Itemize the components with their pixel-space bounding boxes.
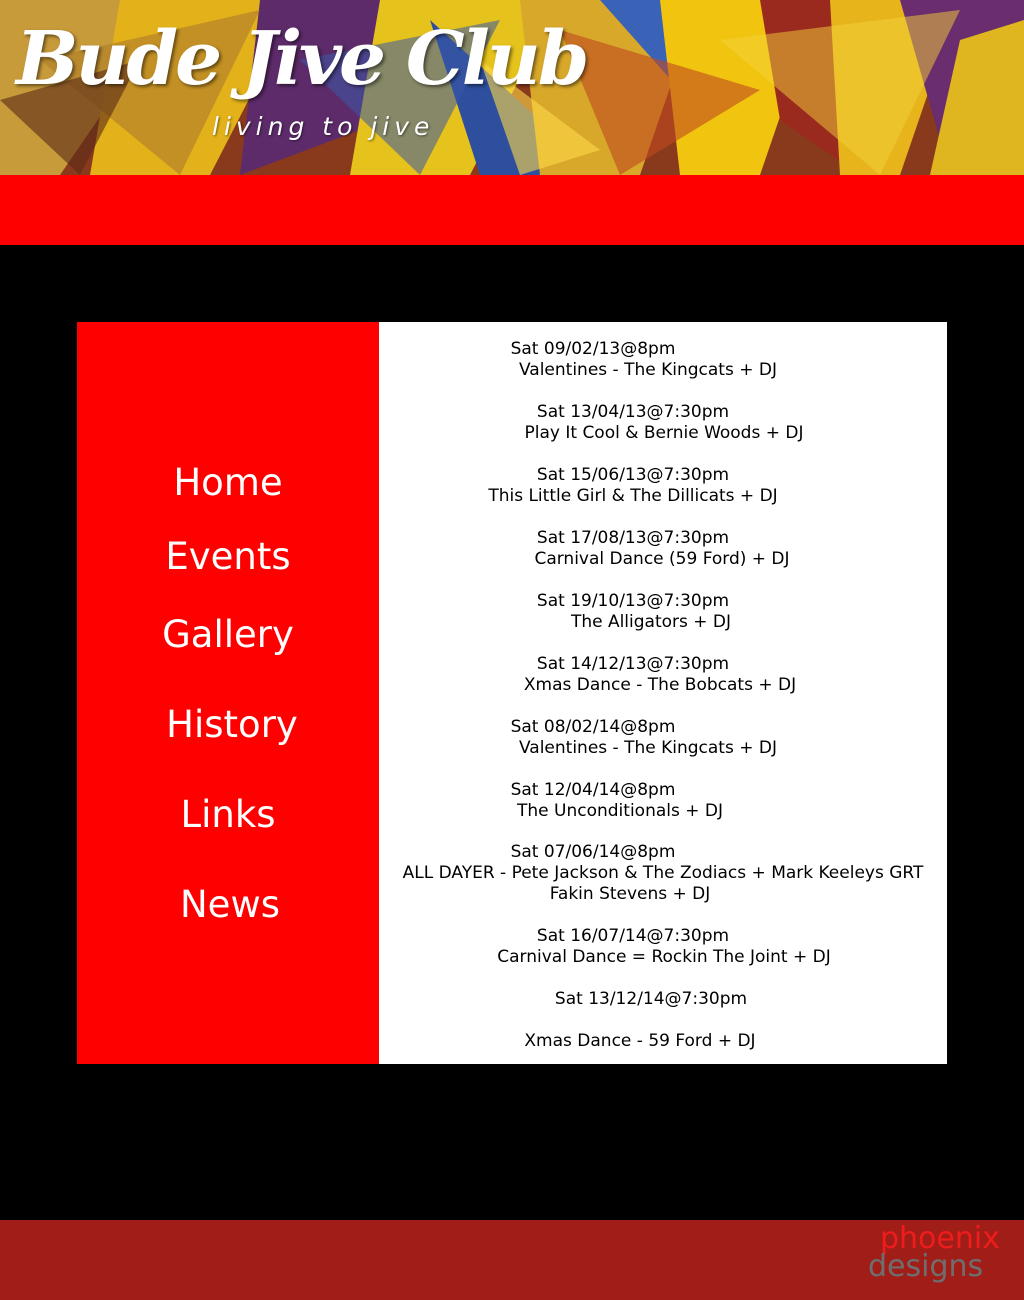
header-banner: Bude Jive Club living to jive xyxy=(0,0,1024,175)
event-date: Sat 15/06/13@7:30pm xyxy=(536,465,730,485)
event-date: Sat 09/02/13@8pm xyxy=(510,339,676,359)
event-title: Xmas Dance - 59 Ford + DJ xyxy=(524,1031,756,1051)
event-title: This Little Girl & The Dillicats + DJ xyxy=(488,486,778,506)
main-content-panel: Home Events Gallery History Links News S… xyxy=(77,322,947,1064)
event-date: Sat 13/04/13@7:30pm xyxy=(536,402,730,422)
event-date: Sat 14/12/13@7:30pm xyxy=(536,654,730,674)
header-red-bar xyxy=(0,175,1024,245)
nav-item-home[interactable]: Home xyxy=(77,461,379,505)
events-list: Sat 09/02/13@8pm Valentines - The Kingca… xyxy=(379,322,947,1064)
event-date: Sat 13/12/14@7:30pm xyxy=(554,989,748,1009)
event-date: Sat 16/07/14@7:30pm xyxy=(536,926,730,946)
event-title: Play It Cool & Bernie Woods + DJ xyxy=(524,423,804,443)
event-title: The Unconditionals + DJ xyxy=(517,801,723,821)
site-logo-title[interactable]: Bude Jive Club xyxy=(16,22,589,96)
event-title-continued: Fakin Stevens + DJ xyxy=(549,884,711,904)
site-logo-tagline: living to jive xyxy=(212,112,435,141)
event-title: The Alligators + DJ xyxy=(570,612,732,632)
designer-credit-line2[interactable]: designs xyxy=(868,1250,983,1284)
nav-item-events[interactable]: Events xyxy=(77,535,379,579)
sidebar-nav: Home Events Gallery History Links News xyxy=(77,322,379,1064)
nav-item-gallery[interactable]: Gallery xyxy=(77,613,379,657)
event-title: Carnival Dance = Rockin The Joint + DJ xyxy=(497,947,831,967)
nav-item-news[interactable]: News xyxy=(79,883,381,927)
event-date: Sat 07/06/14@8pm xyxy=(510,842,676,862)
event-title: ALL DAYER - Pete Jackson & The Zodiacs +… xyxy=(402,863,924,883)
event-title: Valentines - The Kingcats + DJ xyxy=(518,360,777,380)
event-title: Xmas Dance - The Bobcats + DJ xyxy=(523,675,797,695)
event-date: Sat 12/04/14@8pm xyxy=(510,780,676,800)
event-date: Sat 08/02/14@8pm xyxy=(510,717,676,737)
event-date: Sat 19/10/13@7:30pm xyxy=(536,591,730,611)
event-title: Valentines - The Kingcats + DJ xyxy=(518,738,777,758)
event-title: Carnival Dance (59 Ford) + DJ xyxy=(534,549,790,569)
event-date: Sat 17/08/13@7:30pm xyxy=(536,528,730,548)
